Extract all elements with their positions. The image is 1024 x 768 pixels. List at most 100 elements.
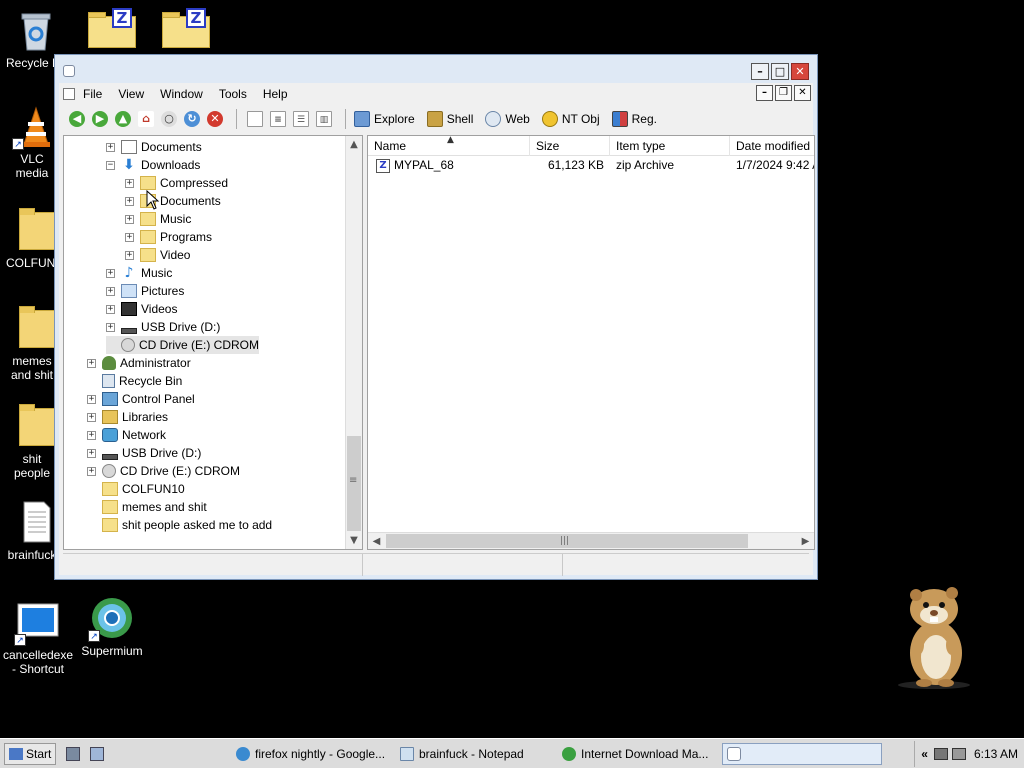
mdi-close-button[interactable]: ✕ (794, 85, 811, 101)
home-button[interactable]: ⌂ (136, 109, 156, 129)
tree-item-usb-drive[interactable]: + USB Drive (D:) (87, 444, 201, 462)
menu-view[interactable]: View (118, 87, 152, 101)
start-button[interactable]: Start (4, 742, 57, 765)
tree-item-memes[interactable]: memes and shit (87, 498, 207, 516)
forward-button[interactable]: ▶ (90, 109, 110, 129)
tree-item-administrator[interactable]: + Administrator (87, 354, 191, 372)
minimize-button[interactable]: – (751, 63, 769, 80)
window-icon[interactable] (63, 65, 75, 77)
tree-item-downloads-music[interactable]: + Music (125, 210, 191, 228)
expand-plus-icon[interactable]: + (106, 268, 115, 278)
view-small-icons-button[interactable]: ≡ (268, 109, 288, 129)
mdi-restore-button[interactable]: ❐ (775, 85, 792, 101)
up-button[interactable]: ▲ (113, 109, 133, 129)
scroll-up-arrow-icon[interactable]: ▲ (346, 136, 362, 153)
tree-item-colfun10[interactable]: COLFUN10 (87, 480, 185, 498)
expand-plus-icon[interactable]: + (106, 304, 115, 314)
menu-window[interactable]: Window (160, 87, 211, 101)
show-hidden-icons-button[interactable]: « (921, 747, 928, 761)
scroll-left-arrow-icon[interactable]: ◀ (368, 533, 385, 549)
expand-plus-icon[interactable]: + (125, 178, 134, 188)
tree-item-label: USB Drive (D:) (122, 446, 202, 460)
expand-plus-icon[interactable]: + (87, 358, 96, 368)
tree-item-usb-drive-inner[interactable]: + USB Drive (D:) (106, 318, 220, 336)
expand-plus-icon[interactable]: + (125, 214, 134, 224)
stop-button[interactable]: ✕ (205, 109, 225, 129)
file-manager-window[interactable]: – □ ✕ File View Window Tools Help – ❐ ✕ … (54, 54, 818, 580)
file-list[interactable]: Name ▲ Size Item type Date modified Z MYP… (367, 135, 815, 550)
expand-plus-icon[interactable]: + (125, 250, 134, 260)
menu-file[interactable]: File (83, 87, 110, 101)
scroll-down-arrow-icon[interactable]: ▼ (346, 532, 362, 549)
search-button[interactable]: ○ (159, 109, 179, 129)
taskbar-button-firefox[interactable]: firefox nightly - Google... (236, 743, 386, 765)
column-header-item-type[interactable]: Item type (610, 136, 730, 156)
clock[interactable]: 6:13 AM (974, 747, 1018, 761)
zip-folder-icon[interactable]: Z (88, 8, 136, 48)
tree-item-recycle-bin[interactable]: Recycle Bin (87, 372, 182, 390)
column-header-name[interactable]: Name ▲ (368, 136, 530, 156)
volume-tray-icon[interactable] (951, 748, 966, 760)
network-tray-icon[interactable] (933, 748, 948, 760)
menu-help[interactable]: Help (263, 87, 296, 101)
zip-folder-icon[interactable]: Z (162, 8, 210, 48)
folder-tree[interactable]: + Documents − ⬇ Downloads + Compressed +… (63, 135, 363, 550)
column-header-size[interactable]: Size (530, 136, 610, 156)
desktop-icon-supermium[interactable]: ↗ Supermium (74, 596, 150, 658)
registry-button[interactable]: Reg. (611, 111, 657, 127)
explore-button[interactable]: Explore (354, 111, 415, 127)
web-button[interactable]: Web (485, 111, 530, 127)
system-tray: « 6:13 AM (914, 741, 1024, 767)
close-button[interactable]: ✕ (791, 63, 809, 80)
expand-plus-icon[interactable]: + (87, 394, 96, 404)
quick-launch-icon[interactable] (90, 746, 105, 761)
taskbar-button-file-manager[interactable] (722, 743, 882, 765)
view-details-button[interactable]: ▥ (314, 109, 334, 129)
tree-item-cd-drive-inner[interactable]: CD Drive (E:) CDROM (106, 336, 259, 354)
expand-plus-icon[interactable]: + (125, 232, 134, 242)
collapse-minus-icon[interactable]: − (106, 160, 115, 170)
expand-plus-icon[interactable]: + (87, 466, 96, 476)
list-horizontal-scrollbar[interactable]: ◀ ||| ▶ (368, 532, 814, 549)
desktop-icon-cancelledexe[interactable]: ↗ cancelledexe - Shortcut (0, 600, 76, 676)
expand-plus-icon[interactable]: + (106, 322, 115, 332)
table-row[interactable]: Z MYPAL_68 61,123 KB zip Archive 1/7/2024… (368, 156, 814, 174)
tree-item-pictures[interactable]: + Pictures (106, 282, 184, 300)
tree-item-music[interactable]: + ♪ Music (106, 264, 172, 282)
menu-tools[interactable]: Tools (219, 87, 255, 101)
tree-item-documents[interactable]: + Documents (106, 138, 202, 156)
mdi-document-icon[interactable] (63, 88, 75, 100)
tree-item-programs[interactable]: + Programs (125, 228, 212, 246)
tree-item-libraries[interactable]: + Libraries (87, 408, 168, 426)
mdi-minimize-button[interactable]: – (756, 85, 773, 101)
tree-vertical-scrollbar[interactable]: ▲ ≡ ▼ (345, 136, 362, 549)
expand-plus-icon[interactable]: + (106, 286, 115, 296)
tree-item-cd-drive[interactable]: + CD Drive (E:) CDROM (87, 462, 240, 480)
refresh-button[interactable]: ↻ (182, 109, 202, 129)
tree-item-control-panel[interactable]: + Control Panel (87, 390, 195, 408)
expand-plus-icon[interactable]: + (87, 412, 96, 422)
scroll-right-arrow-icon[interactable]: ▶ (797, 533, 814, 549)
back-button[interactable]: ◀ (67, 109, 87, 129)
shell-button[interactable]: Shell (426, 111, 473, 127)
view-large-icons-button[interactable] (245, 109, 265, 129)
tree-item-shit-people[interactable]: shit people asked me to add (87, 516, 272, 534)
tree-item-downloads[interactable]: − ⬇ Downloads (106, 156, 200, 174)
tree-item-video[interactable]: + Video (125, 246, 190, 264)
nt-obj-button[interactable]: NT Obj (541, 111, 600, 127)
tree-item-compressed[interactable]: + Compressed (125, 174, 228, 192)
expand-plus-icon[interactable]: + (87, 448, 96, 458)
expand-plus-icon[interactable]: + (106, 142, 115, 152)
column-header-date-modified[interactable]: Date modified (730, 136, 814, 156)
tree-item-network[interactable]: + Network (87, 426, 166, 444)
expand-plus-icon[interactable]: + (87, 430, 96, 440)
view-list-button[interactable]: ☰ (291, 109, 311, 129)
tree-item-videos[interactable]: + Videos (106, 300, 177, 318)
supermium-browser-icon: ↗ (88, 596, 134, 642)
expand-plus-icon[interactable]: + (125, 196, 134, 206)
taskbar-button-notepad[interactable]: brainfuck - Notepad (400, 743, 550, 765)
show-desktop-icon[interactable] (66, 746, 81, 761)
maximize-button[interactable]: □ (771, 63, 789, 80)
taskbar-button-idm[interactable]: Internet Download Ma... (562, 743, 712, 765)
tree-item-downloads-documents[interactable]: + Documents (125, 192, 221, 210)
